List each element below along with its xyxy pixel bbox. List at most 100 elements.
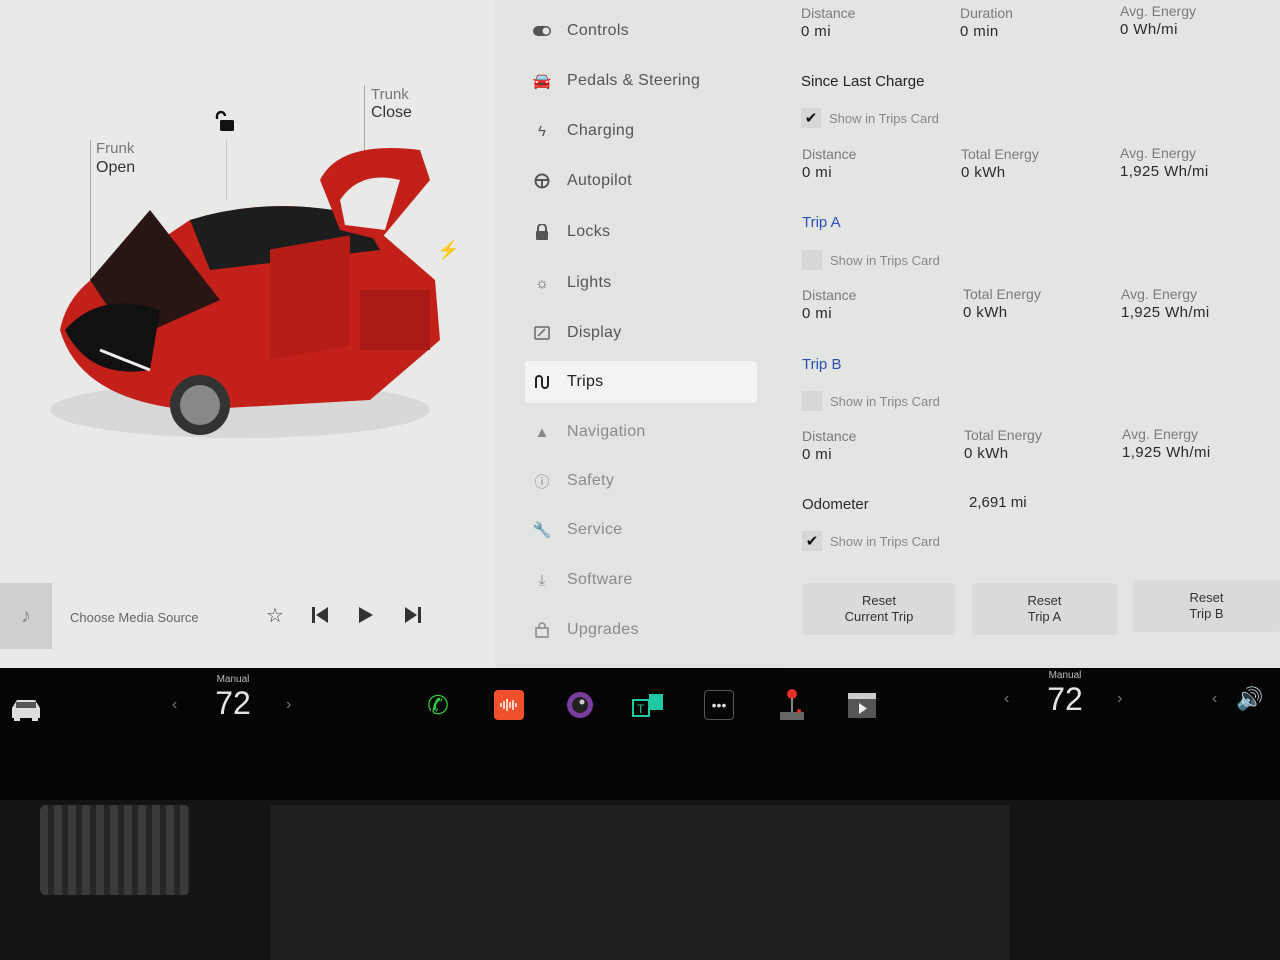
nav-item-navigation[interactable]: ▲ Navigation bbox=[525, 411, 757, 453]
passenger-temp-down-arrow[interactable]: ‹ bbox=[1004, 690, 1009, 708]
stat-label: Distance bbox=[801, 5, 856, 21]
car-icon[interactable] bbox=[8, 696, 44, 722]
nav-item-charging[interactable]: ϟ Charging bbox=[525, 110, 757, 152]
stat-value: 1,925 Wh/mi bbox=[1120, 163, 1209, 180]
next-track-icon[interactable] bbox=[399, 601, 427, 629]
volume-down-arrow[interactable]: ‹ bbox=[1212, 690, 1217, 708]
trip-b-show-checkbox[interactable]: Show in Trips Card bbox=[802, 391, 940, 411]
stat-value: 1,925 Wh/mi bbox=[1122, 444, 1211, 461]
nav-item-trips[interactable]: Trips bbox=[525, 361, 757, 403]
nav-item-locks[interactable]: Locks bbox=[525, 211, 757, 253]
nav-item-autopilot[interactable]: Autopilot bbox=[525, 160, 757, 202]
stat-label: Duration bbox=[960, 5, 1013, 21]
checkmark-icon[interactable]: ✔ bbox=[802, 531, 822, 551]
nav-item-pedals-steering[interactable]: 🚘 Pedals & Steering bbox=[525, 60, 757, 102]
pedal bbox=[40, 805, 190, 895]
bolt-icon: ϟ bbox=[538, 122, 546, 140]
stat-value: 0 kWh bbox=[963, 304, 1008, 321]
steering-wheel-icon bbox=[531, 173, 553, 189]
nav-item-software[interactable]: ⤓ Software bbox=[525, 559, 757, 601]
checkmark-icon[interactable]: ✔ bbox=[801, 108, 821, 128]
trip-a-show-checkbox[interactable]: Show in Trips Card bbox=[802, 250, 940, 270]
play-icon[interactable] bbox=[352, 601, 380, 629]
stat-value: 0 Wh/mi bbox=[1120, 21, 1178, 38]
trip-a-distance: Distance 0 mi bbox=[802, 287, 856, 323]
stat-label: Total Energy bbox=[961, 146, 1039, 162]
nav-label: Trips bbox=[567, 373, 604, 390]
button-line-2: Trip B bbox=[1189, 606, 1224, 621]
trip-a-total-energy: Total Energy 0 kWh bbox=[963, 286, 1041, 322]
passenger-temp-value: 72 bbox=[1047, 681, 1083, 717]
odometer-show-checkbox[interactable]: ✔ Show in Trips Card bbox=[802, 531, 940, 551]
current-duration: Duration 0 min bbox=[960, 5, 1013, 41]
nav-item-service[interactable]: 🔧 Service bbox=[525, 509, 757, 551]
current-avg-energy: Avg. Energy 0 Wh/mi bbox=[1120, 3, 1196, 39]
nav-label: Locks bbox=[567, 223, 611, 240]
button-line-1: Reset bbox=[862, 593, 896, 608]
toybox-icon[interactable]: T bbox=[632, 688, 666, 722]
stat-value: 1,925 Wh/mi bbox=[1121, 304, 1210, 321]
since-charge-distance: Distance 0 mi bbox=[802, 146, 856, 182]
trunk-toggle[interactable]: Close bbox=[371, 103, 412, 122]
svg-text:T: T bbox=[637, 702, 645, 716]
nav-item-controls[interactable]: Controls bbox=[525, 10, 757, 52]
nav-item-upgrades[interactable]: Upgrades bbox=[525, 609, 757, 651]
reset-current-trip-button[interactable]: Reset Current Trip bbox=[803, 583, 955, 635]
nav-label: Safety bbox=[567, 472, 615, 489]
button-line-1: Reset bbox=[1027, 593, 1062, 608]
bag-icon bbox=[531, 622, 553, 638]
odometer-value: 2,691 mi bbox=[969, 494, 1027, 511]
nav-item-safety[interactable]: ⓘ Safety bbox=[525, 460, 757, 502]
toggle-icon bbox=[531, 26, 553, 36]
more-apps-icon[interactable]: ••• bbox=[704, 690, 734, 720]
stat-label: Avg. Energy bbox=[1122, 426, 1199, 442]
navigation-icon: ▲ bbox=[534, 423, 550, 441]
choose-media-source[interactable]: Choose Media Source bbox=[70, 610, 199, 625]
since-last-charge-show-checkbox[interactable]: ✔ Show in Trips Card bbox=[801, 108, 939, 128]
arcade-icon[interactable] bbox=[775, 688, 809, 722]
driver-temp-value: 72 bbox=[215, 685, 251, 721]
checkbox-empty[interactable] bbox=[802, 391, 822, 411]
stat-label: Avg. Energy bbox=[1120, 3, 1197, 19]
phone-icon[interactable]: ✆ bbox=[421, 688, 455, 722]
passenger-temp-mode: Manual bbox=[1048, 670, 1082, 681]
checkbox-label: Show in Trips Card bbox=[830, 533, 940, 549]
nav-label: Lights bbox=[567, 274, 612, 291]
since-last-charge-title: Since Last Charge bbox=[801, 73, 925, 90]
nav-label: Upgrades bbox=[567, 621, 639, 638]
nav-item-lights[interactable]: ☼ Lights bbox=[525, 262, 757, 304]
passenger-temp[interactable]: Manual 72 bbox=[1040, 670, 1090, 717]
previous-track-icon[interactable] bbox=[306, 601, 334, 629]
trip-b-total-energy: Total Energy 0 kWh bbox=[964, 427, 1042, 463]
charge-port-bolt-icon[interactable]: ⚡ bbox=[437, 240, 459, 261]
driver-temp-up-arrow[interactable]: › bbox=[286, 696, 291, 714]
safety-icon: ⓘ bbox=[534, 473, 550, 491]
trip-b-avg-energy: Avg. Energy 1,925 Wh/mi bbox=[1122, 426, 1211, 462]
wrench-icon: 🔧 bbox=[532, 522, 552, 539]
button-line-2: Trip A bbox=[1027, 609, 1062, 624]
passenger-temp-up-arrow[interactable]: › bbox=[1117, 690, 1122, 708]
driver-temp[interactable]: Manual 72 bbox=[208, 674, 258, 721]
reset-trip-b-button[interactable]: Reset Trip B bbox=[1133, 580, 1280, 632]
unlocked-padlock-icon[interactable] bbox=[212, 110, 236, 134]
music-note-icon[interactable]: ♪ bbox=[0, 583, 52, 649]
stat-value: 0 mi bbox=[802, 305, 832, 322]
stat-label: Distance bbox=[802, 287, 857, 303]
stat-label: Avg. Energy bbox=[1121, 286, 1198, 302]
reset-trip-a-button[interactable]: Reset Trip A bbox=[972, 583, 1117, 635]
driver-temp-down-arrow[interactable]: ‹ bbox=[172, 696, 177, 714]
volume-icon[interactable]: 🔊 bbox=[1236, 686, 1263, 712]
driver-temp-mode: Manual bbox=[216, 674, 250, 685]
checkbox-empty[interactable] bbox=[802, 250, 822, 270]
audio-icon[interactable] bbox=[494, 690, 524, 720]
media-player: ♪ Choose Media Source ☆ bbox=[0, 583, 495, 649]
nav-label: Service bbox=[567, 521, 623, 538]
theater-icon[interactable] bbox=[845, 688, 879, 722]
trip-a-title: Trip A bbox=[802, 214, 841, 231]
nav-item-display[interactable]: Display bbox=[525, 312, 757, 354]
star-icon[interactable]: ☆ bbox=[261, 601, 289, 629]
stat-label: Total Energy bbox=[964, 427, 1042, 443]
since-charge-total-energy: Total Energy 0 kWh bbox=[961, 146, 1039, 182]
camera-icon[interactable] bbox=[563, 688, 597, 722]
stat-value: 0 min bbox=[960, 23, 999, 40]
